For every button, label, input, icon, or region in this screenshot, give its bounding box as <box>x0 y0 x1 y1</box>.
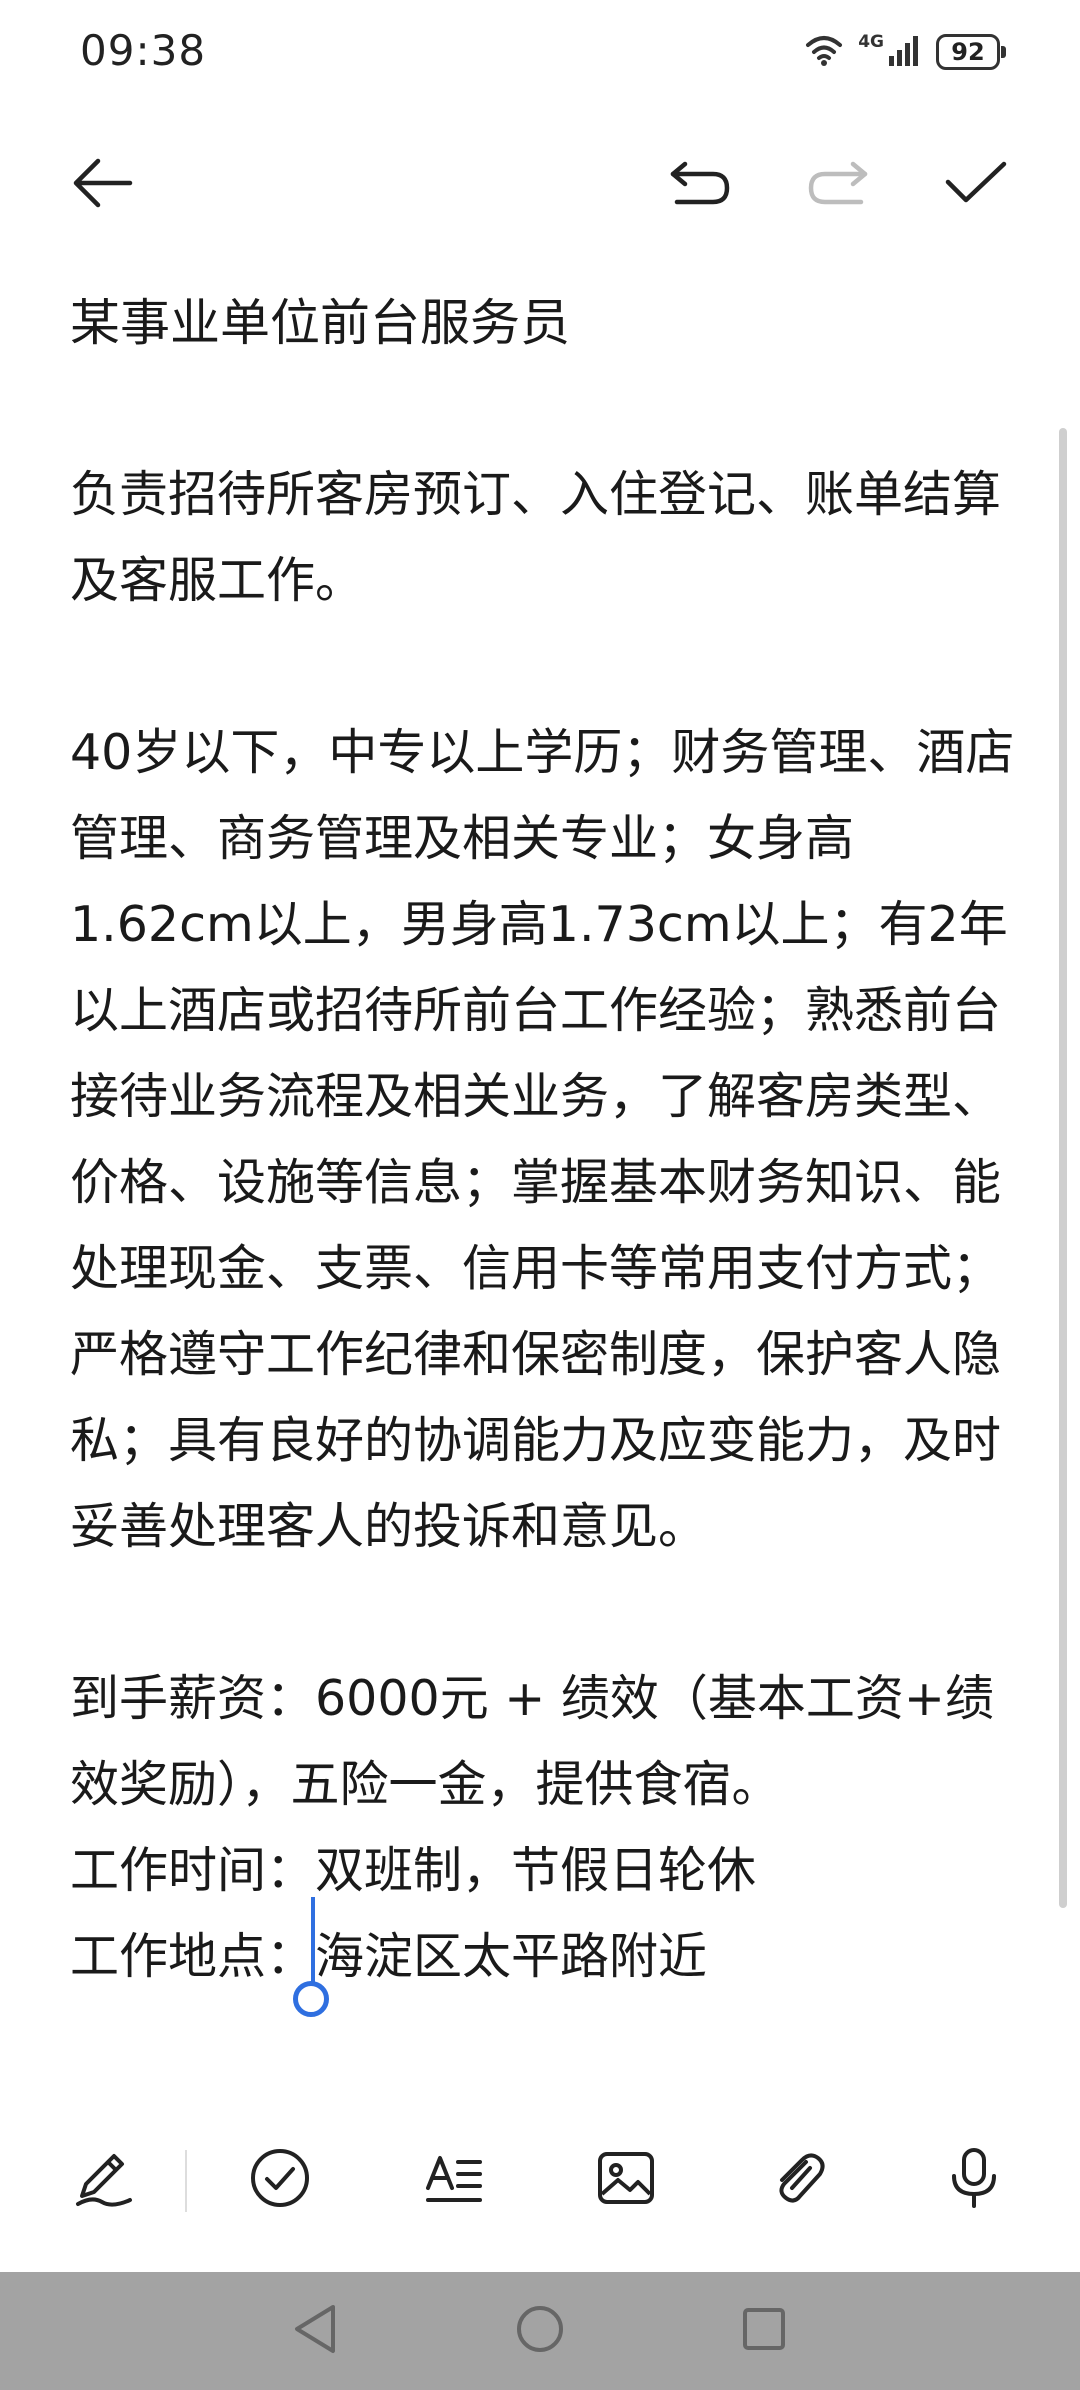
top-toolbar <box>0 135 1080 235</box>
cursor-line <box>311 1897 316 1985</box>
microphone-icon <box>942 2146 1006 2214</box>
battery-icon: 92 <box>936 34 1006 70</box>
checkmark-icon <box>944 158 1008 212</box>
attachment-icon <box>766 2146 830 2214</box>
voice-input-button[interactable] <box>934 2140 1014 2220</box>
network-type: 4G <box>858 32 884 52</box>
note-paragraph-duties[interactable]: 负责招待所客房预订、入住登记、账单结算及客服工作。 <box>70 452 1020 624</box>
work-time-value: 双班制，节假日轮休 <box>315 1842 757 1899</box>
nav-recents-button[interactable] <box>733 2300 795 2362</box>
cellular-signal-icon <box>888 34 922 70</box>
nav-recents-icon <box>740 2305 788 2357</box>
toolbar-divider <box>185 2150 187 2212</box>
status-time: 09:38 <box>80 26 207 75</box>
note-paragraph-salary[interactable]: 到手薪资：6000元 + 绩效（基本工资+绩效奖励），五险一金，提供食宿。 <box>70 1656 1020 1828</box>
work-time-label: 工作时间： <box>70 1842 316 1899</box>
text-style-button[interactable] <box>414 2140 494 2220</box>
checklist-button[interactable] <box>240 2140 320 2220</box>
insert-image-button[interactable] <box>586 2140 666 2220</box>
handwriting-button[interactable] <box>64 2140 144 2220</box>
redo-icon <box>805 158 871 212</box>
undo-button[interactable] <box>660 145 740 225</box>
battery-level: 92 <box>951 38 985 66</box>
redo-button[interactable] <box>798 145 878 225</box>
work-place-line[interactable]: 工作地点：海淀区太平路附近 <box>70 1914 1020 2000</box>
editor-toolbar <box>0 2130 1080 2230</box>
scrollbar[interactable] <box>1059 428 1067 1908</box>
attachment-button[interactable] <box>758 2140 838 2220</box>
note-editor[interactable]: 某事业单位前台服务员 负责招待所客房预订、入住登记、账单结算及客服工作。 40岁… <box>70 280 1020 2017</box>
cursor-handle[interactable] <box>293 1981 330 2017</box>
wifi-icon <box>804 33 844 71</box>
text-style-icon <box>422 2146 486 2214</box>
nav-home-button[interactable] <box>509 2300 571 2362</box>
image-icon <box>594 2146 658 2214</box>
note-paragraph-requirements[interactable]: 40岁以下，中专以上学历；财务管理、酒店管理、商务管理及相关专业；女身高1.62… <box>70 710 1020 1570</box>
system-nav-bar <box>0 2272 1080 2390</box>
status-icons: 4G 92 <box>804 30 1006 74</box>
nav-back-button[interactable] <box>285 2300 347 2362</box>
confirm-button[interactable] <box>936 145 1016 225</box>
handwriting-pen-icon <box>72 2146 136 2214</box>
work-time-line[interactable]: 工作时间： 双班制，节假日轮休 <box>70 1828 1020 2017</box>
nav-back-icon <box>291 2303 341 2359</box>
work-place-label: 工作地点： <box>70 1928 316 1985</box>
nav-home-icon <box>514 2303 566 2359</box>
checklist-icon <box>248 2146 312 2214</box>
undo-icon <box>667 158 733 212</box>
back-button[interactable] <box>62 145 142 225</box>
work-place-value: 海淀区太平路附近 <box>315 1928 708 1985</box>
back-arrow-icon <box>70 155 134 215</box>
status-bar: 09:38 4G 92 <box>0 0 1080 100</box>
note-title[interactable]: 某事业单位前台服务员 <box>70 280 1020 366</box>
